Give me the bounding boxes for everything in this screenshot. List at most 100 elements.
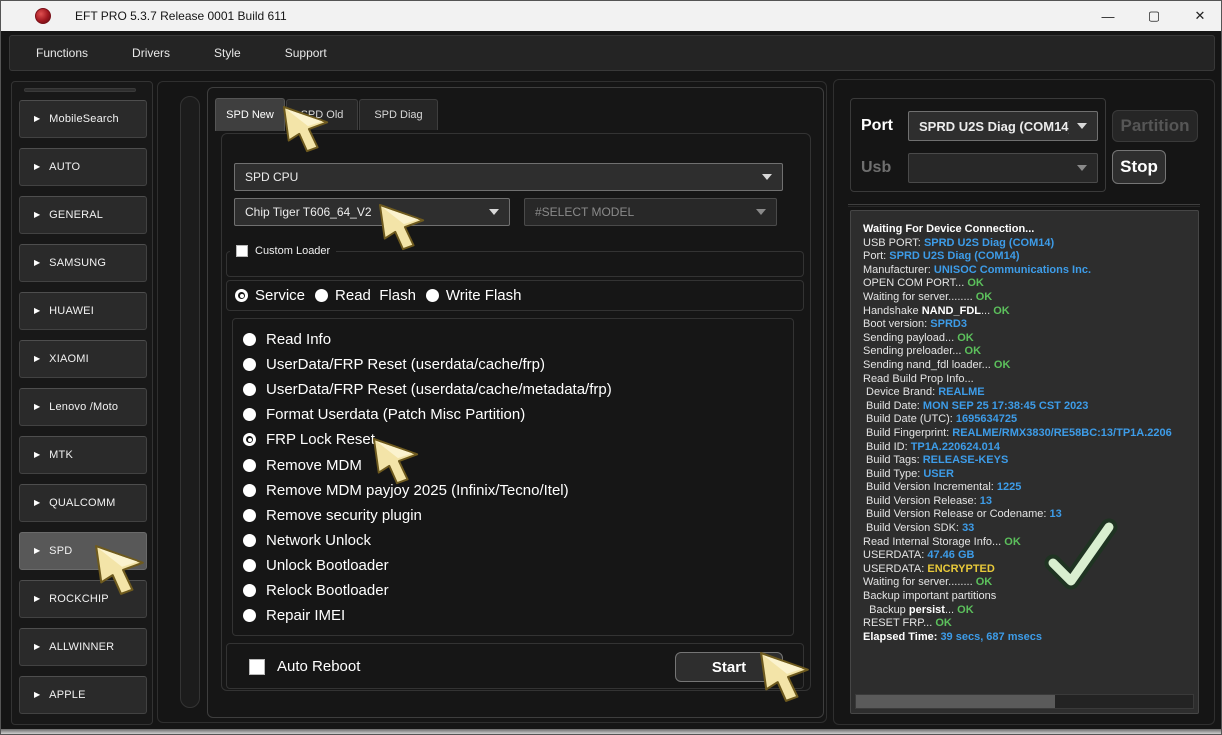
- operation-relock-bootloader[interactable]: Relock Bootloader: [243, 578, 793, 603]
- operation-label: Relock Bootloader: [266, 582, 389, 599]
- sidebar-item-general[interactable]: ▶ GENERAL: [19, 196, 147, 234]
- log-line: Boot version: SPRD3: [863, 318, 1196, 332]
- sidebar-item-mobilesearch[interactable]: ▶MobileSearch: [19, 100, 147, 138]
- log-line: USERDATA: ENCRYPTED: [863, 563, 1196, 577]
- start-button[interactable]: Start: [675, 652, 783, 682]
- operation-userdata-frp-reset-userdata-cache-frp[interactable]: UserData/FRP Reset (userdata/cache/frp): [243, 352, 793, 377]
- sidebar-item-label: GENERAL: [49, 209, 103, 221]
- chevron-right-icon: ▶: [34, 163, 40, 171]
- log-line: Build ID: TP1A.220624.014: [863, 441, 1196, 455]
- log-line: USERDATA: 47.46 GB: [863, 549, 1196, 563]
- tab-spd-new[interactable]: SPD New: [215, 98, 285, 131]
- operation-remove-security-plugin[interactable]: Remove security plugin: [243, 503, 793, 528]
- sidebar-item-spd[interactable]: ▶SPD: [19, 532, 147, 570]
- action-bar: Auto Reboot Start: [226, 643, 804, 689]
- log-line: Read Internal Storage Info... OK: [863, 536, 1196, 550]
- sidebar-item-apple[interactable]: ▶APPLE: [19, 676, 147, 714]
- chevron-right-icon: ▶: [34, 211, 40, 219]
- brand-sidebar: ▶MobileSearch▶AUTO▶GENERAL▶SAMSUNG▶HUAWE…: [11, 81, 153, 725]
- tab-spd-diag[interactable]: SPD Diag: [359, 99, 438, 130]
- radio-label: Read Flash: [335, 287, 416, 304]
- operation-frp-lock-reset[interactable]: FRP Lock Reset: [243, 427, 793, 452]
- chevron-right-icon: ▶: [34, 547, 40, 555]
- port-select[interactable]: SPRD U2S Diag (COM14): [908, 111, 1098, 141]
- operations-list: Read Info UserData/FRP Reset (userdata/ca…: [232, 318, 794, 636]
- log-line: Waiting for server........ OK: [863, 291, 1196, 305]
- log-horizontal-scrollbar[interactable]: [855, 694, 1194, 709]
- radio-service[interactable]: Service: [235, 287, 305, 304]
- log-line: Device Brand: REALME: [863, 386, 1196, 400]
- log-line: RESET FRP... OK: [863, 617, 1196, 631]
- usb-select[interactable]: [908, 153, 1098, 183]
- custom-loader-checkbox[interactable]: Custom Loader: [230, 244, 336, 258]
- chevron-right-icon: ▶: [34, 307, 40, 315]
- log-line: USB PORT: SPRD U2S Diag (COM14): [863, 237, 1196, 251]
- sidebar-item-label: Lenovo /Moto: [49, 401, 118, 413]
- log-line: Build Date (UTC): 1695634725: [863, 413, 1196, 427]
- log-line: Build Fingerprint: REALME/RMX3830/RE58BC…: [863, 427, 1196, 441]
- cpu-select[interactable]: SPD CPU: [234, 163, 783, 191]
- radio-icon: [243, 383, 256, 396]
- operation-remove-mdm[interactable]: Remove MDM: [243, 452, 793, 477]
- maximize-button[interactable]: ▢: [1131, 1, 1177, 31]
- sidebar-item-xiaomi[interactable]: ▶XIAOMI: [19, 340, 147, 378]
- sidebar-item-lenovo-moto[interactable]: ▶Lenovo /Moto: [19, 388, 147, 426]
- operation-label: Unlock Bootloader: [266, 557, 389, 574]
- log-console[interactable]: Waiting For Device Connection...USB PORT…: [850, 210, 1199, 714]
- radio-write-flash[interactable]: Write Flash: [426, 287, 522, 304]
- radio-icon: [243, 433, 256, 446]
- main-area: SPD CPU Chip Tiger T606_64_V2 #SELECT MO…: [157, 81, 827, 723]
- sidebar-item-label: MobileSearch: [49, 113, 119, 125]
- operation-format-userdata-patch-misc-partition[interactable]: Format Userdata (Patch Misc Partition): [243, 402, 793, 427]
- menu-style[interactable]: Style: [214, 46, 241, 60]
- operation-userdata-frp-reset-userdata-cache-metadata-frp[interactable]: UserData/FRP Reset (userdata/cache/metad…: [243, 377, 793, 402]
- checkbox-icon: [249, 659, 265, 675]
- sidebar-item-label: QUALCOMM: [49, 497, 115, 509]
- operation-unlock-bootloader[interactable]: Unlock Bootloader: [243, 553, 793, 578]
- sidebar-item-allwinner[interactable]: ▶ALLWINNER: [19, 628, 147, 666]
- operation-remove-mdm-payjoy-2025-infinix-tecno-itel[interactable]: Remove MDM payjoy 2025 (Infinix/Tecno/It…: [243, 478, 793, 503]
- usb-label: Usb: [861, 159, 891, 177]
- log-line: OPEN COM PORT... OK: [863, 277, 1196, 291]
- menu-drivers[interactable]: Drivers: [132, 46, 170, 60]
- log-line: Build Version Incremental: 1225: [863, 481, 1196, 495]
- menu-functions[interactable]: Functions: [36, 46, 88, 60]
- close-button[interactable]: ✕: [1177, 1, 1222, 31]
- sidebar-item-huawei[interactable]: ▶HUAWEI: [19, 292, 147, 330]
- sidebar-item-label: APPLE: [49, 689, 85, 701]
- sidebar-item-mtk[interactable]: ▶MTK: [19, 436, 147, 474]
- scrollbar-thumb[interactable]: [856, 695, 1055, 708]
- radio-icon: [243, 559, 256, 572]
- sidebar-item-label: ALLWINNER: [49, 641, 114, 653]
- operation-label: Remove MDM payjoy 2025 (Infinix/Tecno/It…: [266, 482, 569, 499]
- menu-support[interactable]: Support: [285, 46, 327, 60]
- log-line: Sending nand_fdl loader... OK: [863, 359, 1196, 373]
- radio-icon: [243, 358, 256, 371]
- sidebar-item-qualcomm[interactable]: ▶QUALCOMM: [19, 484, 147, 522]
- sidebar-item-samsung[interactable]: ▶SAMSUNG: [19, 244, 147, 282]
- model-select[interactable]: #SELECT MODEL: [524, 198, 777, 226]
- radio-icon: [243, 609, 256, 622]
- operation-label: Read Info: [266, 331, 331, 348]
- stop-button[interactable]: Stop: [1112, 150, 1166, 184]
- operation-label: Remove MDM: [266, 457, 362, 474]
- radio-icon: [243, 484, 256, 497]
- operation-read-info[interactable]: Read Info: [243, 327, 793, 352]
- chip-select[interactable]: Chip Tiger T606_64_V2: [234, 198, 510, 226]
- tab-spd-old[interactable]: SPD Old: [286, 99, 358, 130]
- auto-reboot-checkbox[interactable]: Auto Reboot: [249, 658, 360, 675]
- sidebar-item-label: MTK: [49, 449, 73, 461]
- minimize-button[interactable]: —: [1085, 1, 1131, 31]
- chevron-right-icon: ▶: [34, 259, 40, 267]
- operation-network-unlock[interactable]: Network Unlock: [243, 528, 793, 553]
- operation-repair-imei[interactable]: Repair IMEI: [243, 603, 793, 628]
- main-vertical-scrollbar[interactable]: [180, 96, 200, 708]
- sidebar-scroll-indicator[interactable]: [24, 88, 136, 92]
- radio-read-flash[interactable]: Read Flash: [315, 287, 416, 304]
- sidebar-item-rockchip[interactable]: ▶ROCKCHIP: [19, 580, 147, 618]
- sidebar-item-auto[interactable]: ▶AUTO: [19, 148, 147, 186]
- partition-button[interactable]: Partition: [1112, 110, 1198, 142]
- log-line: Waiting for server........ OK: [863, 576, 1196, 590]
- radio-icon: [235, 289, 248, 302]
- log-line: Backup important partitions: [863, 590, 1196, 604]
